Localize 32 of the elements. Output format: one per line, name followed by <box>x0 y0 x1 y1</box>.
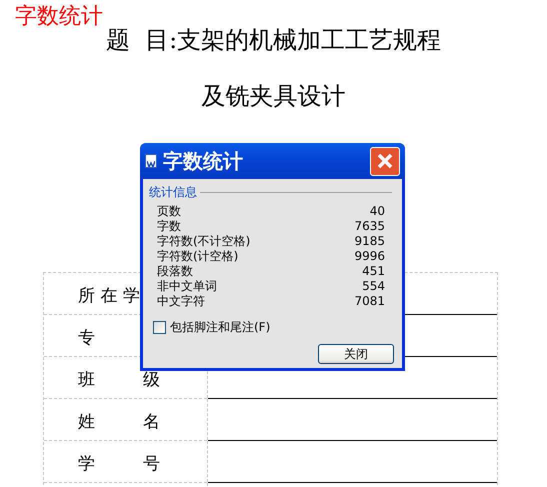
stat-label: 字数 <box>157 218 181 234</box>
stat-value: 9185 <box>354 232 385 250</box>
close-dialog-button[interactable]: 关闭 <box>318 344 394 364</box>
close-button[interactable] <box>370 146 400 176</box>
stat-value: 7635 <box>354 218 385 234</box>
stat-label: 中文字符 <box>157 292 205 310</box>
stat-value: 9996 <box>354 248 385 264</box>
form-label: 名 <box>143 410 160 434</box>
stat-value: 7081 <box>354 292 385 310</box>
form-label: 姓 <box>78 410 95 434</box>
form-label: 班 <box>78 368 95 392</box>
form-label: 所 在 学 <box>78 284 140 308</box>
stat-value: 451 <box>362 262 385 280</box>
document-title: 及铣夹具设计 <box>202 81 346 112</box>
stat-label: 字符数(计空格) <box>157 248 238 264</box>
form-label: 专 <box>78 326 95 350</box>
checkbox-label: 包括脚注和尾注(F) <box>170 319 270 336</box>
stat-label: 非中文单词 <box>157 278 217 294</box>
form-label: 号 <box>143 452 160 476</box>
group-label: 统计信息 <box>149 184 197 201</box>
stat-value: 40 <box>370 202 385 220</box>
stat-label: 字符数(不计空格) <box>157 232 250 250</box>
form-label: 级 <box>143 368 160 392</box>
stat-label: 段落数 <box>157 262 193 280</box>
form-label: 学 <box>78 452 95 476</box>
app-icon <box>145 154 157 168</box>
stat-value: 554 <box>362 278 385 294</box>
dialog-title: 字数统计 <box>163 148 244 175</box>
document-title: 题 目:支架的机械加工工艺规程 <box>106 25 442 56</box>
stat-label: 页数 <box>157 202 181 220</box>
close-icon <box>376 152 394 170</box>
checkbox[interactable] <box>153 320 166 334</box>
